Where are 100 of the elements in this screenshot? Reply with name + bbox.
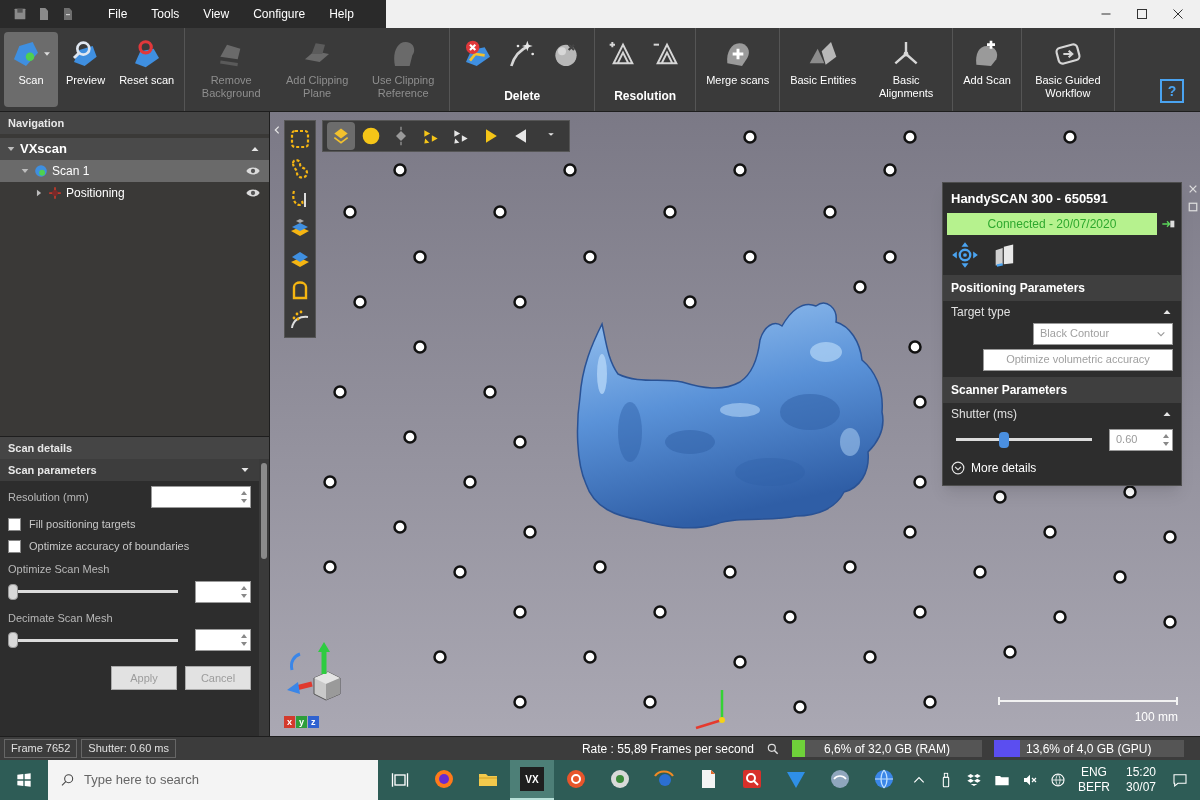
- target-dot: [723, 565, 737, 579]
- target-dot: [843, 560, 857, 574]
- spin-arrows-icon[interactable]: [240, 490, 248, 504]
- checkbox[interactable]: [8, 539, 21, 553]
- target-icon: [48, 186, 62, 200]
- target-dot: [583, 650, 597, 664]
- message-icon[interactable]: [1172, 772, 1188, 788]
- frame-rate-text: Rate : 55,89 Frames per second: [581, 740, 754, 758]
- target-dot: [323, 475, 337, 489]
- menu-item[interactable]: Configure: [245, 5, 314, 23]
- ribbon-button[interactable]: Basic Guided Workflow: [1025, 32, 1110, 107]
- sphere-app-icon: [828, 767, 852, 791]
- slider-thumb[interactable]: [8, 583, 18, 600]
- target-dot: [1163, 615, 1177, 629]
- target-dot: [733, 163, 747, 177]
- ribbon-button[interactable]: Preview: [60, 32, 112, 107]
- axis-label: z: [308, 716, 319, 728]
- target-dot: [1043, 525, 1057, 539]
- magnifier-icon: [766, 741, 780, 756]
- globe-icon[interactable]: [1049, 772, 1066, 788]
- target-dot: [883, 250, 897, 264]
- slider-thumb[interactable]: [8, 632, 18, 648]
- target-dot: [513, 605, 527, 619]
- target-dot: [413, 340, 427, 354]
- scan-model[interactable]: [576, 302, 884, 529]
- spin-arrows-icon[interactable]: [240, 584, 248, 599]
- tree-item[interactable]: Scan 1: [0, 160, 269, 182]
- dashed-square-icon[interactable]: [288, 127, 312, 151]
- target-dot: [1113, 570, 1127, 584]
- target-dot: [393, 163, 407, 177]
- scrollbar[interactable]: [259, 459, 269, 736]
- target-dot: [913, 605, 927, 619]
- slider-label: Decimate Scan Mesh: [8, 610, 114, 626]
- group-caption: Resolution: [614, 88, 677, 105]
- target-dot: [513, 295, 527, 309]
- search-app-icon: [740, 767, 764, 791]
- target-dot: [733, 655, 747, 669]
- target-dot: [1163, 530, 1177, 544]
- search-field[interactable]: Type here to search: [48, 760, 378, 800]
- scanner-title: HandySCAN 300 - 650591: [951, 190, 1108, 208]
- target-dot: [923, 695, 937, 709]
- circle-icon: [361, 126, 381, 146]
- stacked-frames-icon[interactable]: [390, 770, 410, 790]
- target-dot: [453, 565, 467, 579]
- maximize-icon[interactable]: [1136, 8, 1148, 20]
- crosshair-icon[interactable]: [951, 240, 979, 269]
- connection-status: Connected - 20/07/2020: [947, 212, 1157, 235]
- speaker-muted-icon[interactable]: [1021, 772, 1038, 788]
- target-dot: [783, 610, 797, 624]
- fox-browser-icon: [432, 767, 456, 791]
- ribbon-button[interactable]: Reset scan: [113, 32, 181, 107]
- target-dot: [913, 475, 927, 489]
- target-dot: [663, 205, 677, 219]
- keyboard-layout-text[interactable]: BEFR: [1077, 780, 1110, 795]
- ribbon-button[interactable]: Basic Alignments: [864, 32, 949, 107]
- tree-item[interactable]: Positioning: [0, 182, 269, 204]
- clock-date[interactable]: 30/07: [1125, 780, 1156, 795]
- menu-item[interactable]: Help: [321, 5, 362, 23]
- target-dot: [523, 525, 537, 539]
- menu-item[interactable]: File: [100, 5, 136, 23]
- field-label: Resolution (mm): [8, 489, 89, 505]
- chevron-circle-icon[interactable]: [951, 460, 965, 475]
- menu-item[interactable]: Tools: [143, 5, 188, 23]
- ring-app-icon: [564, 767, 588, 791]
- target-dot: [883, 163, 897, 177]
- spin-field[interactable]: [195, 629, 251, 651]
- target-app-icon: [608, 767, 632, 791]
- target-dot: [403, 430, 417, 444]
- ribbon-button[interactable]: Merge scans: [700, 32, 776, 107]
- ram-usage-text: 6,6% of 32,0 GB (RAM): [823, 740, 951, 758]
- target-dot: [908, 340, 922, 354]
- target-dot: [323, 560, 337, 574]
- ribbon-button[interactable]: Add Scan: [957, 32, 1017, 107]
- ribbon-button[interactable]: Basic Entities: [784, 32, 863, 107]
- slider-label: Optimize Scan Mesh: [8, 562, 111, 577]
- scale-label: 100 mm: [1134, 709, 1178, 726]
- help-button[interactable]: ?: [1160, 79, 1184, 103]
- target-dot: [853, 280, 867, 294]
- square-icon[interactable]: [1188, 202, 1198, 212]
- ribbon-button[interactable]: Scan: [4, 32, 58, 107]
- axis-indicator: [695, 690, 725, 730]
- checkbox[interactable]: [8, 517, 21, 531]
- menu-item[interactable]: View: [195, 5, 238, 23]
- language-text[interactable]: ENG: [1080, 765, 1107, 780]
- spin-field[interactable]: [195, 580, 251, 603]
- close-icon[interactable]: [1172, 8, 1184, 20]
- target-dot: [683, 295, 697, 309]
- frame-counter: Frame 7652: [4, 739, 78, 758]
- taskbar-app-button[interactable]: VX: [510, 760, 554, 800]
- target-dot: [653, 605, 667, 619]
- clock-time[interactable]: 15:20: [1125, 765, 1156, 780]
- target-dot: [993, 490, 1007, 504]
- boxes-icon[interactable]: [965, 772, 982, 788]
- tree-item[interactable]: VXscan: [0, 138, 269, 160]
- more-details-link[interactable]: More details: [971, 458, 1037, 477]
- start-icon[interactable]: [16, 772, 32, 788]
- checkbox-label: Fill positioning targets: [29, 516, 136, 532]
- spin-field[interactable]: [151, 486, 251, 508]
- spin-arrows-icon[interactable]: [240, 633, 248, 647]
- field-label: Shutter (ms): [951, 405, 1017, 423]
